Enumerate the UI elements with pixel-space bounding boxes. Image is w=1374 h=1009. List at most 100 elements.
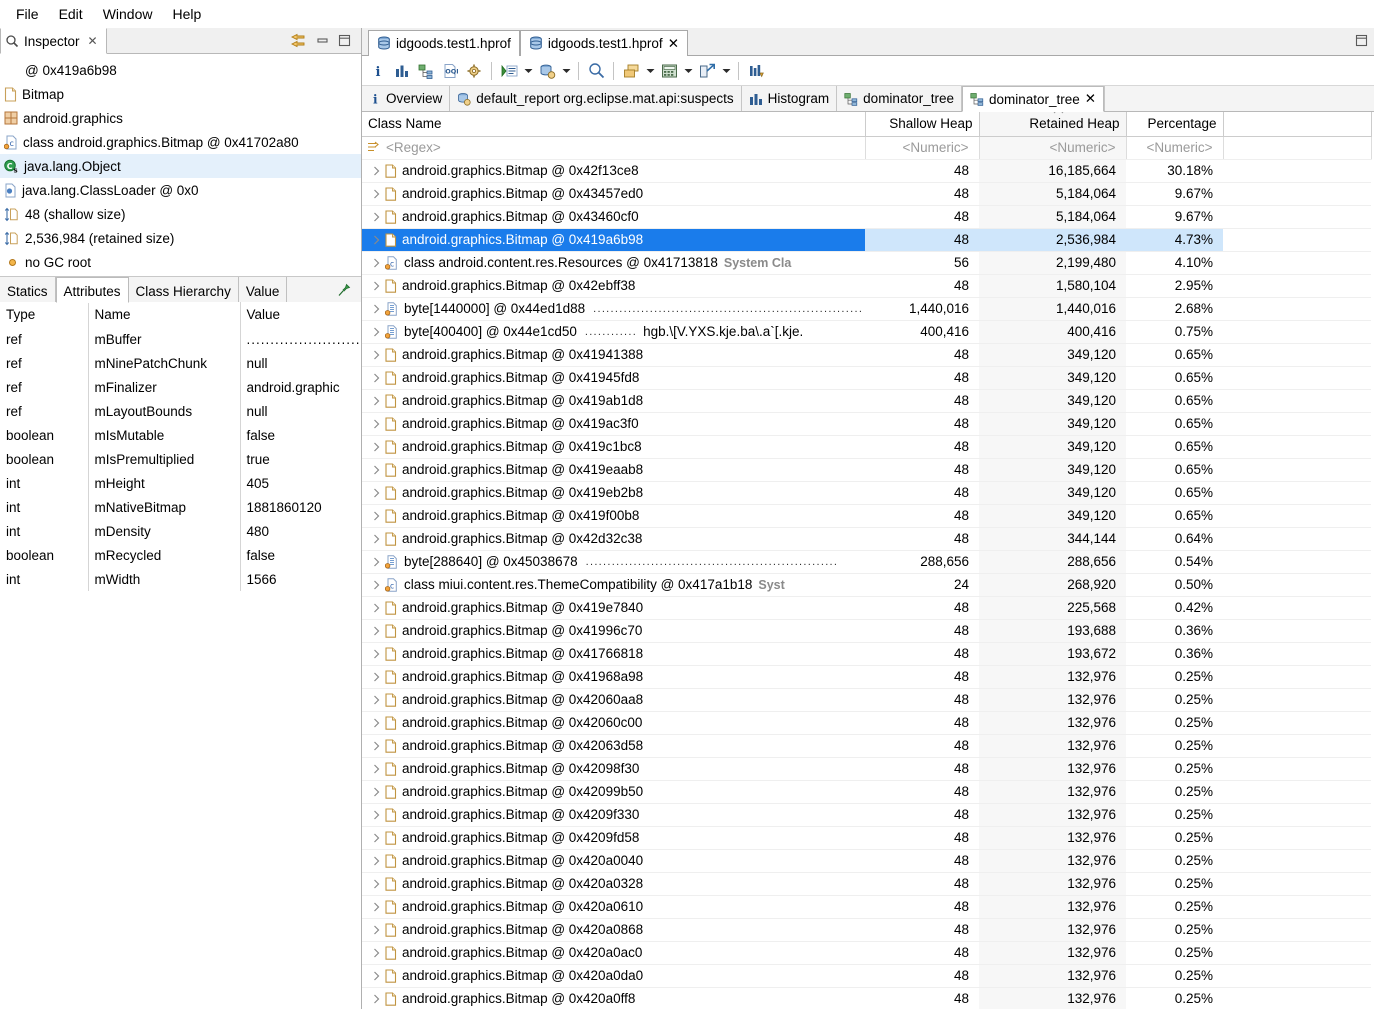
expand-arrow-icon[interactable] xyxy=(368,626,385,636)
cell-class-name[interactable]: c class miui.content.res.ThemeCompatibili… xyxy=(362,573,865,597)
link-with-editor-icon[interactable] xyxy=(290,33,307,48)
expand-arrow-icon[interactable] xyxy=(368,235,385,245)
expand-arrow-icon[interactable] xyxy=(368,810,385,820)
expand-arrow-icon[interactable] xyxy=(368,902,385,912)
close-icon[interactable]: ✕ xyxy=(1085,91,1096,107)
table-row[interactable]: android.graphics.Bitmap @ 0x420a0ff8 48 13… xyxy=(362,987,1371,1009)
table-row[interactable]: android.graphics.Bitmap @ 0x41945fd8 48 34… xyxy=(362,366,1371,390)
filter-class-name[interactable]: <Regex> xyxy=(362,136,866,160)
cell-class-name[interactable]: byte[400400] @ 0x44e1cd50............ hgb… xyxy=(362,320,865,344)
cell-class-name[interactable]: android.graphics.Bitmap @ 0x4209fd58 xyxy=(362,826,865,850)
tab-class-hierarchy[interactable]: Class Hierarchy xyxy=(128,277,239,302)
cell-class-name[interactable]: android.graphics.Bitmap @ 0x419ac3f0 xyxy=(362,412,865,436)
cell-class-name[interactable]: android.graphics.Bitmap @ 0x42063d58 xyxy=(362,734,865,758)
expand-arrow-icon[interactable] xyxy=(368,649,385,659)
table-row[interactable]: android.graphics.Bitmap @ 0x419eaab8 48 34… xyxy=(362,458,1371,482)
query-browser-icon[interactable] xyxy=(535,59,559,83)
expand-arrow-icon[interactable] xyxy=(368,442,385,452)
cell-class-name[interactable]: android.graphics.Bitmap @ 0x42ebff38 xyxy=(362,274,865,298)
inspect-gear-icon[interactable] xyxy=(462,59,486,83)
table-row[interactable]: android.graphics.Bitmap @ 0x43460cf0 48 5,… xyxy=(362,205,1371,229)
cell-class-name[interactable]: android.graphics.Bitmap @ 0x4209f330 xyxy=(362,803,865,827)
attributes-row[interactable]: boolean mIsMutable false xyxy=(0,423,361,447)
table-row[interactable]: android.graphics.Bitmap @ 0x420a0868 48 13… xyxy=(362,918,1371,942)
table-row[interactable]: android.graphics.Bitmap @ 0x42f13ce8 48 16… xyxy=(362,159,1371,183)
cell-class-name[interactable]: android.graphics.Bitmap @ 0x420a0610 xyxy=(362,895,865,919)
cell-class-name[interactable]: android.graphics.Bitmap @ 0x41941388 xyxy=(362,343,865,367)
expand-arrow-icon[interactable] xyxy=(368,258,385,268)
expand-arrow-icon[interactable] xyxy=(368,994,385,1004)
table-row[interactable]: c class android.content.res.Resources @ 0… xyxy=(362,251,1371,275)
cell-class-name[interactable]: byte[1440000] @ 0x44ed1d88..............… xyxy=(362,297,865,321)
expand-arrow-icon[interactable] xyxy=(368,833,385,843)
table-row[interactable]: byte[400400] @ 0x44e1cd50............ hgb… xyxy=(362,320,1371,344)
info-icon[interactable]: i xyxy=(366,59,390,83)
cell-class-name[interactable]: android.graphics.Bitmap @ 0x42098f30 xyxy=(362,757,865,781)
attributes-col-value[interactable]: Value xyxy=(240,302,361,327)
dominator-tree-icon[interactable] xyxy=(414,59,438,83)
column-header-class-name[interactable]: Class Name xyxy=(362,112,866,137)
cell-class-name[interactable]: android.graphics.Bitmap @ 0x42d32c38 xyxy=(362,527,865,551)
expand-arrow-icon[interactable] xyxy=(368,419,385,429)
expand-arrow-icon[interactable] xyxy=(368,488,385,498)
table-row[interactable]: android.graphics.Bitmap @ 0x420a0328 48 13… xyxy=(362,872,1371,896)
table-row[interactable]: android.graphics.Bitmap @ 0x41941388 48 34… xyxy=(362,343,1371,367)
column-header-retained-heap[interactable]: Retained Heap xyxy=(979,112,1127,137)
table-row[interactable]: android.graphics.Bitmap @ 0x419a6b98 48 2,… xyxy=(362,228,1371,252)
column-header-shallow-heap[interactable]: Shallow Heap xyxy=(865,112,980,137)
expand-arrow-icon[interactable] xyxy=(368,189,385,199)
cell-class-name[interactable]: android.graphics.Bitmap @ 0x41968a98 xyxy=(362,665,865,689)
tab-statics[interactable]: Statics xyxy=(0,277,56,302)
expand-arrow-icon[interactable] xyxy=(368,534,385,544)
expand-arrow-icon[interactable] xyxy=(368,879,385,889)
table-row[interactable]: android.graphics.Bitmap @ 0x42d32c38 48 34… xyxy=(362,527,1371,551)
cell-class-name[interactable]: android.graphics.Bitmap @ 0x43460cf0 xyxy=(362,205,865,229)
expand-arrow-icon[interactable] xyxy=(368,557,385,567)
table-row[interactable]: android.graphics.Bitmap @ 0x43457ed0 48 5,… xyxy=(362,182,1371,206)
editor-tab-hprof-1[interactable]: idgoods.test1.hprof xyxy=(368,30,520,56)
table-row[interactable]: byte[288640] @ 0x45038678...............… xyxy=(362,550,1371,574)
cell-class-name[interactable]: android.graphics.Bitmap @ 0x41766818 xyxy=(362,642,865,666)
table-row[interactable]: android.graphics.Bitmap @ 0x420a0040 48 13… xyxy=(362,849,1371,873)
cell-class-name[interactable]: android.graphics.Bitmap @ 0x420a0da0 xyxy=(362,964,865,988)
minimize-icon[interactable] xyxy=(316,34,329,47)
inner-tab-histogram[interactable]: Histogram xyxy=(741,86,838,111)
inspector-row-classname[interactable]: Bitmap xyxy=(0,82,361,106)
editor-tab-hprof-2[interactable]: idgoods.test1.hprof ✕ xyxy=(519,30,688,56)
table-row[interactable]: android.graphics.Bitmap @ 0x41766818 48 19… xyxy=(362,642,1371,666)
filter-shallow[interactable]: <Numeric> xyxy=(865,136,980,160)
expand-arrow-icon[interactable] xyxy=(368,695,385,705)
chevron-down-icon[interactable] xyxy=(643,59,657,83)
expand-arrow-icon[interactable] xyxy=(368,212,385,222)
expand-arrow-icon[interactable] xyxy=(368,465,385,475)
table-row[interactable]: android.graphics.Bitmap @ 0x42060aa8 48 13… xyxy=(362,688,1371,712)
histogram-icon[interactable] xyxy=(390,59,414,83)
expand-arrow-icon[interactable] xyxy=(368,718,385,728)
cell-class-name[interactable]: android.graphics.Bitmap @ 0x420a0868 xyxy=(362,918,865,942)
table-row[interactable]: android.graphics.Bitmap @ 0x4209f330 48 13… xyxy=(362,803,1371,827)
calculator-icon[interactable] xyxy=(657,59,681,83)
inspector-row-shallow-size[interactable]: 48 (shallow size) xyxy=(0,202,361,226)
table-row[interactable]: android.graphics.Bitmap @ 0x420a0610 48 13… xyxy=(362,895,1371,919)
attributes-row[interactable]: ref mFinalizer android.graphic xyxy=(0,375,361,399)
dominator-tree-table-wrapper[interactable]: Class Name Shallow Heap Retained Heap Pe… xyxy=(362,112,1374,1009)
expand-arrow-icon[interactable] xyxy=(368,971,385,981)
inner-tab-overview[interactable]: i Overview xyxy=(362,86,451,111)
table-row[interactable]: android.graphics.Bitmap @ 0x4209fd58 48 13… xyxy=(362,826,1371,850)
expand-arrow-icon[interactable] xyxy=(368,856,385,866)
tab-attributes[interactable]: Attributes xyxy=(55,277,129,303)
menu-item-file[interactable]: File xyxy=(6,3,49,25)
table-row[interactable]: android.graphics.Bitmap @ 0x41968a98 48 13… xyxy=(362,665,1371,689)
attributes-row[interactable]: refmBuffer..............................… xyxy=(0,327,361,351)
expand-arrow-icon[interactable] xyxy=(368,373,385,383)
search-icon[interactable] xyxy=(584,59,608,83)
table-row[interactable]: android.graphics.Bitmap @ 0x419ac3f0 48 34… xyxy=(362,412,1371,436)
table-row[interactable]: android.graphics.Bitmap @ 0x419e7840 48 22… xyxy=(362,596,1371,620)
filter-percentage[interactable]: <Numeric> xyxy=(1126,136,1224,160)
menu-item-help[interactable]: Help xyxy=(162,3,211,25)
attributes-row[interactable]: boolean mRecycled false xyxy=(0,543,361,567)
table-row[interactable]: android.graphics.Bitmap @ 0x419f00b8 48 34… xyxy=(362,504,1371,528)
cell-class-name[interactable]: android.graphics.Bitmap @ 0x420a0ff8 xyxy=(362,987,865,1009)
table-row[interactable]: c class miui.content.res.ThemeCompatibili… xyxy=(362,573,1371,597)
cell-class-name[interactable]: android.graphics.Bitmap @ 0x42060c00 xyxy=(362,711,865,735)
